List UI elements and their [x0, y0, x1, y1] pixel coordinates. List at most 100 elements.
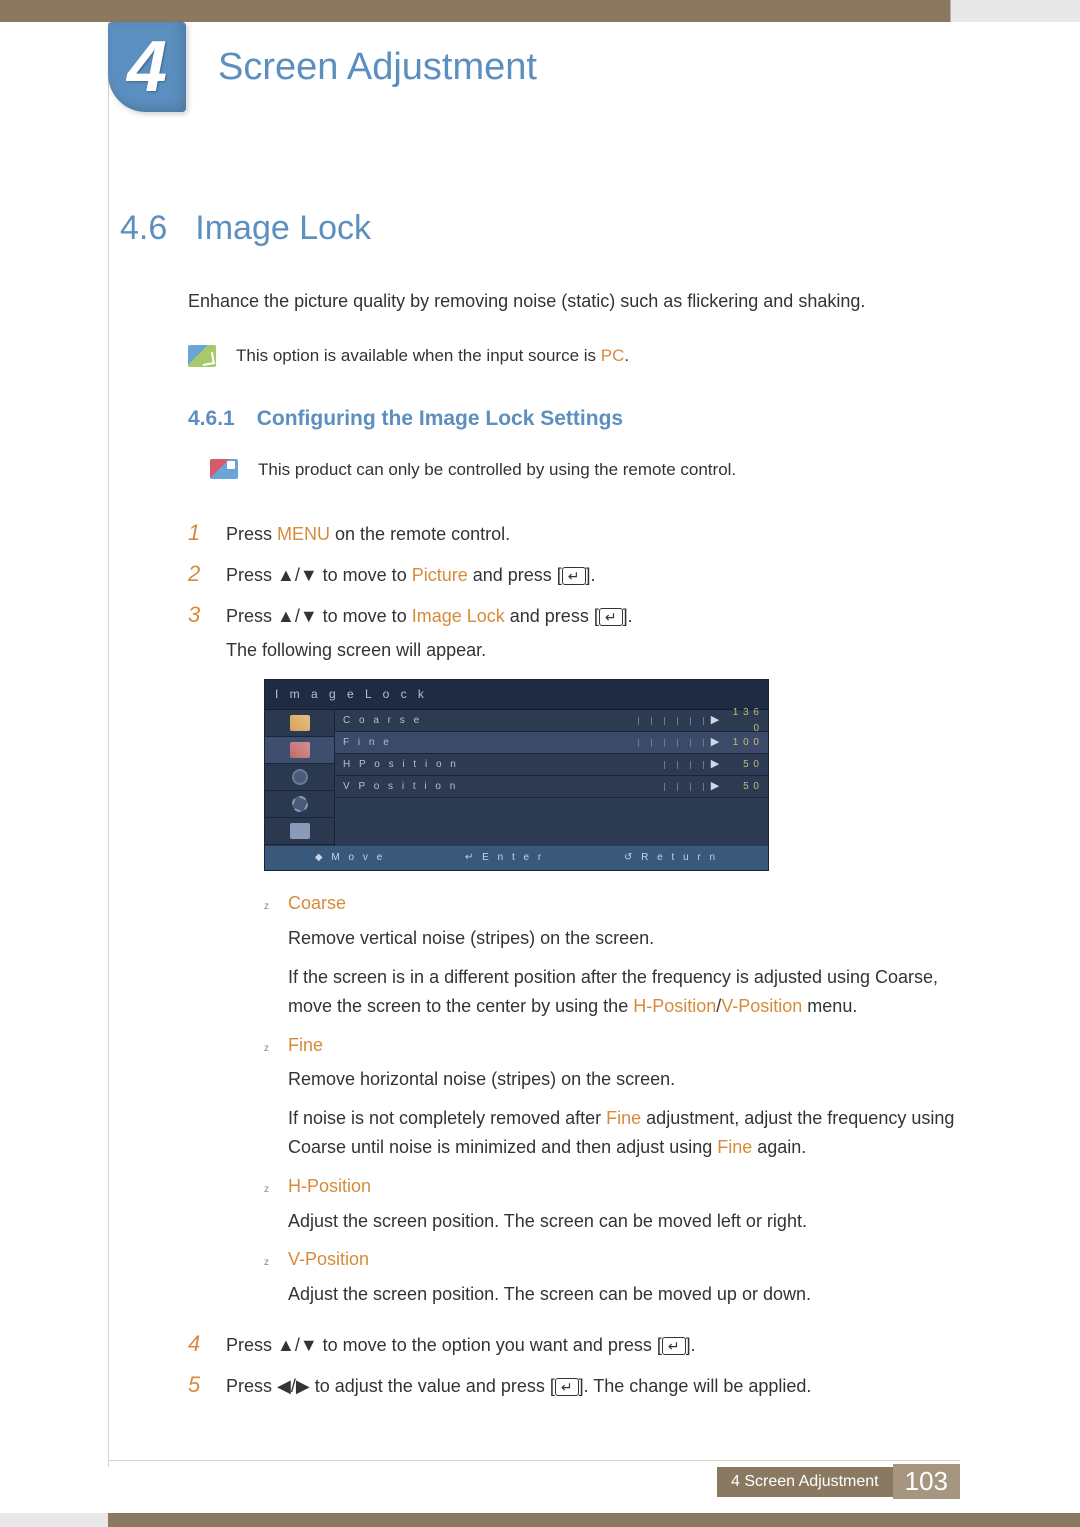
osd-tab-setup — [265, 791, 334, 818]
left-margin-rule — [108, 22, 109, 1467]
osd-footer-return: ↺ R e t u r n — [624, 850, 718, 866]
osd-sidebar — [265, 710, 335, 846]
bullet-text: If the screen is in a different position… — [288, 963, 960, 1021]
section-number: 4.6 — [120, 209, 167, 248]
osd-tab-multi — [265, 818, 334, 845]
osd-footer-label: M o v e — [331, 852, 385, 863]
osd-body: C o a r s e ▶ 1 3 6 0 F i n e ▶ 1 0 0 — [265, 710, 768, 846]
step-subtext: The following screen will appear. — [226, 636, 960, 665]
osd-footer-enter: ↵ E n t e r — [465, 850, 544, 866]
bottom-accent-bar — [0, 1513, 1080, 1527]
osd-footer-label: R e t u r n — [641, 852, 718, 863]
subsection-heading: 4.6.1 Configuring the Image Lock Setting… — [188, 407, 960, 431]
note-text: This option is available when the input … — [236, 343, 629, 369]
updown-arrows-icon: ▲/▼ — [277, 565, 318, 585]
bullet-title: V-Position — [288, 1245, 369, 1274]
bullet-mark-icon: z — [264, 1255, 274, 1271]
osd-row-coarse: C o a r s e ▶ 1 3 6 0 — [335, 710, 768, 732]
bullet-mark-icon: z — [264, 899, 274, 915]
step-number: 5 — [188, 1372, 208, 1398]
osd-menu-screenshot: I m a g e L o c k C o — [264, 679, 769, 871]
right-arrow-icon: ▶ — [710, 734, 720, 752]
step-number: 4 — [188, 1331, 208, 1357]
bullet-highlight: V-Position — [721, 996, 802, 1016]
osd-label: C o a r s e — [343, 713, 473, 729]
osd-value: 1 3 6 0 — [726, 705, 760, 737]
footer-rule — [108, 1460, 960, 1461]
bullet-text: Remove vertical noise (stripes) on the s… — [288, 924, 960, 953]
step-text: on the remote control. — [330, 524, 510, 544]
note-highlight: PC — [601, 346, 625, 365]
step-2: 2 Press ▲/▼ to move to Picture and press… — [188, 561, 960, 590]
remote-control-icon — [210, 459, 238, 479]
subsection-title: Configuring the Image Lock Settings — [257, 407, 623, 431]
osd-tab-screen — [265, 737, 334, 764]
osd-ticks — [479, 761, 704, 769]
step-highlight: Image Lock — [412, 606, 505, 626]
chapter-number-badge: 4 — [108, 22, 186, 112]
document-page: 4 Screen Adjustment 4.6 Image Lock Enhan… — [0, 0, 1080, 1527]
right-arrow-icon: ▶ — [710, 778, 720, 796]
step-text: to move to the option you want and press… — [318, 1335, 662, 1355]
leftright-arrows-icon: ◀/▶ — [277, 1376, 310, 1396]
step-3: 3 Press ▲/▼ to move to Image Lock and pr… — [188, 602, 960, 1319]
picture-icon — [290, 715, 310, 731]
updown-arrows-icon: ▲/▼ — [277, 606, 318, 626]
note-pc-source: This option is available when the input … — [188, 343, 960, 369]
bullet-mark-icon: z — [264, 1182, 274, 1198]
step-body: Press ▲/▼ to move to Picture and press [… — [226, 561, 960, 590]
step-text: ]. — [586, 565, 596, 585]
step-body: Press ◀/▶ to adjust the value and press … — [226, 1372, 960, 1401]
page-content: 4.6 Image Lock Enhance the picture quali… — [0, 89, 1080, 1401]
chapter-header: 4 Screen Adjustment — [0, 22, 1080, 89]
chapter-title: Screen Adjustment — [218, 32, 537, 89]
osd-footer-label: E n t e r — [482, 852, 544, 863]
bullet-highlight: H-Position — [633, 996, 716, 1016]
bullet-title: Coarse — [288, 889, 346, 918]
osd-row-hposition: H P o s i t i o n ▶ 5 0 — [335, 754, 768, 776]
footer-page-number: 103 — [893, 1464, 960, 1499]
step-text: to adjust the value and press [ — [310, 1376, 555, 1396]
step-text: to move to — [318, 565, 412, 585]
bullet-coarse: z Coarse Remove vertical noise (stripes)… — [264, 889, 960, 1020]
note-icon — [188, 345, 216, 367]
step-number: 1 — [188, 520, 208, 546]
footer-chapter-label: 4 Screen Adjustment — [717, 1467, 893, 1497]
note-suffix: . — [624, 346, 629, 365]
step-4: 4 Press ▲/▼ to move to the option you wa… — [188, 1331, 960, 1360]
osd-footer: ◆ M o v e ↵ E n t e r ↺ R e t u r n — [265, 846, 768, 870]
bullet-highlight: Fine — [606, 1108, 641, 1128]
step-text: Press — [226, 1335, 277, 1355]
enter-icon: ↵ — [562, 567, 586, 585]
bullet-text-part: again. — [752, 1137, 806, 1157]
gear-icon — [292, 796, 308, 812]
osd-row-vposition: V P o s i t i o n ▶ 5 0 — [335, 776, 768, 798]
osd-spacer — [335, 798, 768, 846]
bullet-text: Remove horizontal noise (stripes) on the… — [288, 1065, 960, 1094]
step-body: Press ▲/▼ to move to the option you want… — [226, 1331, 960, 1360]
osd-value: 5 0 — [726, 779, 760, 795]
instruction-steps: 1 Press MENU on the remote control. 2 Pr… — [188, 520, 960, 1401]
bullet-hposition: z H-Position Adjust the screen position.… — [264, 1172, 960, 1236]
enter-icon: ↵ — [662, 1337, 686, 1355]
step-5: 5 Press ◀/▶ to adjust the value and pres… — [188, 1372, 960, 1401]
osd-row-fine: F i n e ▶ 1 0 0 — [335, 732, 768, 754]
step-number: 3 — [188, 602, 208, 628]
osd-value: 1 0 0 — [726, 735, 760, 751]
step-text: Press — [226, 565, 277, 585]
step-text: Press — [226, 524, 277, 544]
enter-icon: ↵ — [555, 1378, 579, 1396]
osd-label: H P o s i t i o n — [343, 757, 473, 773]
bullet-text-part: If noise is not completely removed after — [288, 1108, 606, 1128]
bullet-text: Adjust the screen position. The screen c… — [288, 1280, 960, 1309]
step-highlight: Picture — [412, 565, 468, 585]
chapter-number: 4 — [127, 26, 167, 108]
enter-icon: ↵ — [599, 608, 623, 626]
osd-tab-audio — [265, 764, 334, 791]
step-text: Press — [226, 606, 277, 626]
section-heading: 4.6 Image Lock — [120, 209, 960, 248]
step-number: 2 — [188, 561, 208, 587]
step-1: 1 Press MENU on the remote control. — [188, 520, 960, 549]
osd-footer-move: ◆ M o v e — [315, 850, 385, 866]
osd-title: I m a g e L o c k — [265, 680, 768, 710]
